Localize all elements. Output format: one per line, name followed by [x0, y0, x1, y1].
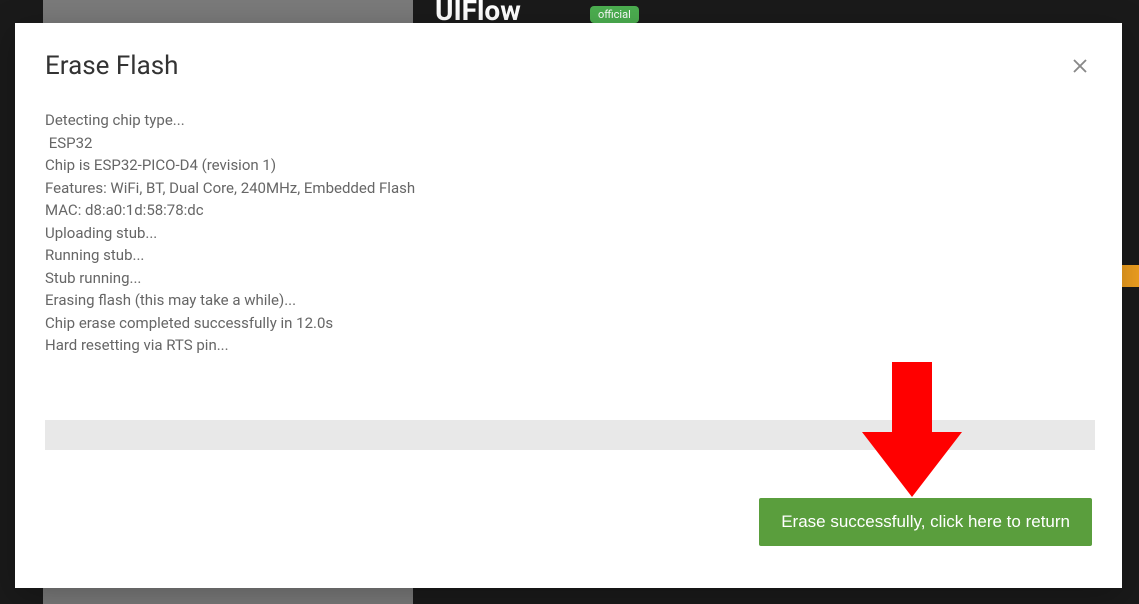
background-badge: official — [590, 6, 639, 23]
progress-bar — [45, 420, 1095, 450]
erase-flash-modal: Erase Flash Detecting chip type... ESP32… — [15, 23, 1122, 588]
log-line: Stub running... — [45, 267, 1092, 290]
return-button[interactable]: Erase successfully, click here to return — [759, 498, 1092, 546]
background-right-tag — [1121, 265, 1139, 287]
log-output[interactable]: Detecting chip type... ESP32 Chip is ESP… — [45, 109, 1092, 384]
log-line: Chip erase completed successfully in 12.… — [45, 312, 1092, 335]
log-line: Chip is ESP32-PICO-D4 (revision 1) — [45, 154, 1092, 177]
log-line: Features: WiFi, BT, Dual Core, 240MHz, E… — [45, 177, 1092, 200]
modal-header: Erase Flash — [45, 51, 1092, 81]
modal-title: Erase Flash — [45, 51, 178, 81]
log-line: ESP32 — [45, 132, 1092, 155]
log-line: Erasing flash (this may take a while)... — [45, 289, 1092, 312]
log-line: Uploading stub... — [45, 222, 1092, 245]
log-line: Detecting chip type... — [45, 109, 1092, 132]
modal-footer: Erase successfully, click here to return — [45, 498, 1092, 546]
log-line: MAC: d8:a0:1d:58:78:dc — [45, 199, 1092, 222]
close-icon — [1071, 57, 1089, 75]
log-line: Hard resetting via RTS pin... — [45, 334, 1092, 357]
close-button[interactable] — [1068, 54, 1092, 78]
log-line: Running stub... — [45, 244, 1092, 267]
